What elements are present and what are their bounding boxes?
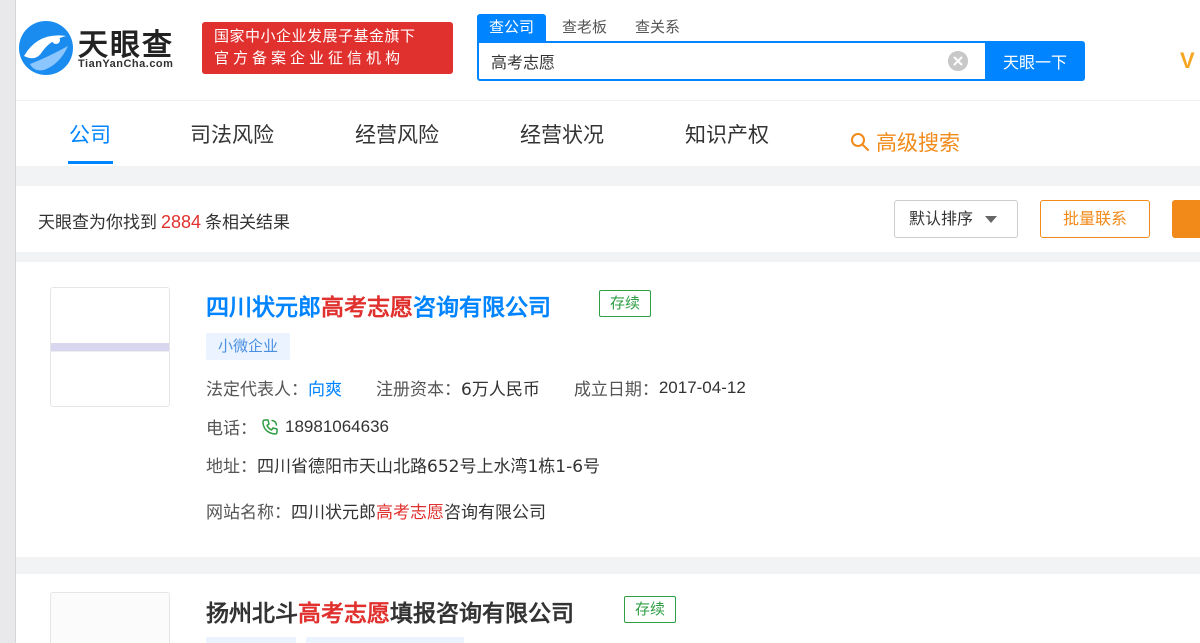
- info-row-registration: 法定代表人： 向爽 注册资本： 6万人民币 成立日期： 2017-04-12: [206, 375, 746, 401]
- summary-suffix: 条相关结果: [205, 213, 291, 233]
- company-logo-thumbnail[interactable]: [50, 287, 170, 407]
- summary-prefix: 天眼查为你找到: [38, 213, 157, 233]
- founded-value: 2017-04-12: [658, 377, 746, 397]
- tab-boss[interactable]: 查老板: [550, 14, 619, 41]
- website-label: 网站名称：: [206, 503, 291, 523]
- company-logo-thumbnail[interactable]: [50, 592, 170, 643]
- result-count-text: 天眼查为你找到 2884 条相关结果: [38, 208, 290, 233]
- company-name-part: 填报咨询有限公司: [390, 601, 574, 627]
- company-name-highlight: 高考志愿: [321, 295, 413, 321]
- company-name-part: 扬州北斗: [206, 601, 298, 627]
- phone-label: 电话：: [206, 419, 257, 439]
- company-name-link[interactable]: 扬州北斗高考志愿填报咨询有限公司: [206, 594, 574, 628]
- nav-ip[interactable]: 知识产权: [685, 119, 769, 165]
- tianyancha-logo-icon[interactable]: [16, 18, 76, 78]
- address-label: 地址：: [206, 457, 257, 477]
- website-name-part: 四川状元郎: [291, 503, 376, 523]
- badge-line-2: 官方备案企业征信机构: [214, 49, 405, 67]
- nav-advanced-label: 高级搜索: [876, 131, 960, 155]
- founded-label: 成立日期：: [573, 380, 659, 400]
- phone-icon: [262, 418, 278, 435]
- search-button[interactable]: 天眼一下: [985, 41, 1085, 81]
- status-badge: 存续: [599, 290, 652, 317]
- page: 天眼查 TianYanCha.com 国家中小企业发展子基金旗下 官方备案企业征…: [16, 0, 1200, 643]
- website-name-part: 咨询有限公司: [444, 503, 546, 523]
- company-name-part: 四川状元郎: [206, 295, 321, 321]
- clear-icon[interactable]: [948, 51, 968, 71]
- nav-operating-risk[interactable]: 经营风险: [355, 119, 439, 165]
- search-input[interactable]: [479, 43, 979, 79]
- brand-domain: TianYanCha.com: [78, 58, 174, 70]
- phone-value[interactable]: 18981064636: [285, 417, 389, 437]
- thumbnail-line: [51, 351, 169, 352]
- search-icon: [851, 133, 869, 151]
- search-box: 天眼一下: [477, 41, 1085, 81]
- category-nav: 公司 司法风险 经营风险 经营状况 知识产权 高级搜索: [16, 100, 1200, 166]
- result-card: 扬州北斗高考志愿填报咨询有限公司 存续: [16, 574, 1200, 643]
- header: 天眼查 TianYanCha.com 国家中小企业发展子基金旗下 官方备案企业征…: [16, 0, 1200, 100]
- badge-line-1: 国家中小企业发展子基金旗下: [214, 27, 416, 45]
- sort-label: 默认排序: [909, 209, 974, 228]
- company-name-part: 咨询有限公司: [413, 295, 551, 321]
- result-card: 四川状元郎高考志愿咨询有限公司 存续 小微企业 法定代表人： 向爽 注册资本： …: [16, 262, 1200, 557]
- vip-link[interactable]: V: [1180, 48, 1195, 74]
- tag-partial: [206, 637, 296, 643]
- website-name-highlight: 高考志愿: [376, 503, 444, 523]
- address-value: 四川省德阳市天山北路652号上水湾1栋1-6号: [257, 457, 601, 477]
- result-summary: 天眼查为你找到 2884 条相关结果 默认排序 批量联系: [16, 186, 1200, 252]
- window-edge: [0, 0, 16, 643]
- tab-company[interactable]: 查公司: [477, 14, 547, 41]
- tab-relation[interactable]: 查关系: [623, 14, 692, 41]
- nav-judicial-risk[interactable]: 司法风险: [190, 119, 274, 165]
- company-name-link[interactable]: 四川状元郎高考志愿咨询有限公司: [206, 288, 551, 322]
- official-badge: 国家中小企业发展子基金旗下 官方备案企业征信机构: [202, 22, 453, 74]
- sort-select[interactable]: 默认排序: [894, 200, 1018, 238]
- bulk-contact-button[interactable]: 批量联系: [1040, 200, 1150, 238]
- legal-rep-link[interactable]: 向爽: [308, 375, 342, 400]
- nav-advanced-search[interactable]: 高级搜索: [850, 119, 960, 165]
- search-tabs: 查公司 查老板 查关系: [477, 14, 696, 41]
- export-button-partial[interactable]: [1172, 200, 1200, 238]
- thumbnail-banner: [51, 343, 169, 351]
- info-row-address: 地址： 四川省德阳市天山北路652号上水湾1栋1-6号: [206, 452, 600, 477]
- enterprise-type-tag: 小微企业: [206, 333, 291, 360]
- capital-label: 注册资本：: [376, 380, 461, 400]
- capital-value: 6万人民币: [461, 380, 540, 400]
- legal-rep-label: 法定代表人：: [206, 380, 308, 400]
- nav-active-underline: [68, 161, 113, 164]
- info-row-phone: 电话： 18981064636: [206, 414, 389, 440]
- status-badge: 存续: [624, 596, 677, 623]
- result-count: 2884: [161, 212, 202, 232]
- nav-company[interactable]: 公司: [69, 119, 111, 165]
- company-name-highlight: 高考志愿: [298, 601, 390, 627]
- caret-down-icon: [985, 216, 997, 223]
- nav-operating-status[interactable]: 经营状况: [520, 119, 604, 165]
- info-row-website: 网站名称： 四川状元郎 高考志愿 咨询有限公司: [206, 498, 546, 523]
- tag-partial: [306, 637, 464, 643]
